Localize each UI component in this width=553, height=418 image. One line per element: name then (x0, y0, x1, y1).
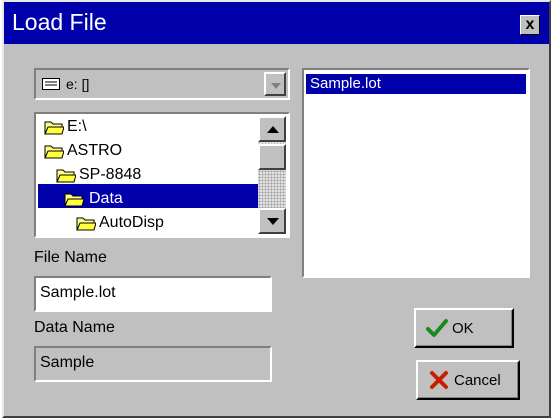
file-name-label: File Name (34, 249, 107, 266)
close-icon: x (525, 16, 535, 33)
cancel-button[interactable]: Cancel (416, 360, 520, 400)
tree-item-label: SP-8848 (79, 166, 142, 183)
tree-item-label: AutoDisp (99, 214, 164, 231)
window-title: Load File (12, 9, 107, 35)
scroll-thumb[interactable] (258, 144, 286, 170)
tree-item[interactable]: Data (64, 188, 129, 212)
tree-item-label: E:\ (67, 118, 87, 135)
cancel-label: Cancel (454, 372, 501, 389)
tree-item-label: Data (87, 190, 129, 207)
close-button[interactable]: x (520, 15, 540, 35)
folder-icon (44, 121, 64, 135)
tree-item[interactable]: AutoDisp (76, 212, 164, 236)
folder-icon (44, 145, 64, 159)
load-file-dialog: Load File x e: [] E:\ ASTRO SP-8848 Data Aut… (2, 0, 551, 418)
drive-label: e: [] (66, 76, 90, 92)
tree-item-label: ASTRO (67, 142, 123, 159)
data-name-field: Sample (34, 346, 272, 382)
tree-item[interactable]: ASTRO (44, 140, 122, 164)
folder-icon (56, 169, 76, 183)
ok-button[interactable]: OK (414, 308, 514, 348)
tree-item[interactable]: SP-8848 (56, 164, 141, 188)
folder-icon (76, 217, 96, 231)
scroll-up-button[interactable] (258, 116, 286, 142)
chevron-down-icon[interactable] (264, 72, 286, 96)
file-list-item[interactable]: Sample.lot (306, 74, 526, 94)
file-list[interactable]: Sample.lot (302, 68, 530, 278)
check-icon (426, 319, 448, 337)
tree-item[interactable]: E:\ (44, 116, 87, 140)
data-name-label: Data Name (34, 319, 115, 336)
cancel-x-icon (430, 371, 448, 389)
drive-icon (42, 78, 60, 90)
directory-tree[interactable]: E:\ ASTRO SP-8848 Data AutoDisp (34, 112, 290, 238)
open-folder-icon (64, 193, 84, 207)
tree-scrollbar[interactable] (258, 116, 286, 234)
drive-select[interactable]: e: [] (34, 68, 290, 100)
title-bar[interactable]: Load File x (4, 2, 549, 44)
ok-label: OK (452, 320, 474, 337)
scroll-down-button[interactable] (258, 208, 286, 234)
file-name-field[interactable]: Sample.lot (34, 276, 272, 312)
